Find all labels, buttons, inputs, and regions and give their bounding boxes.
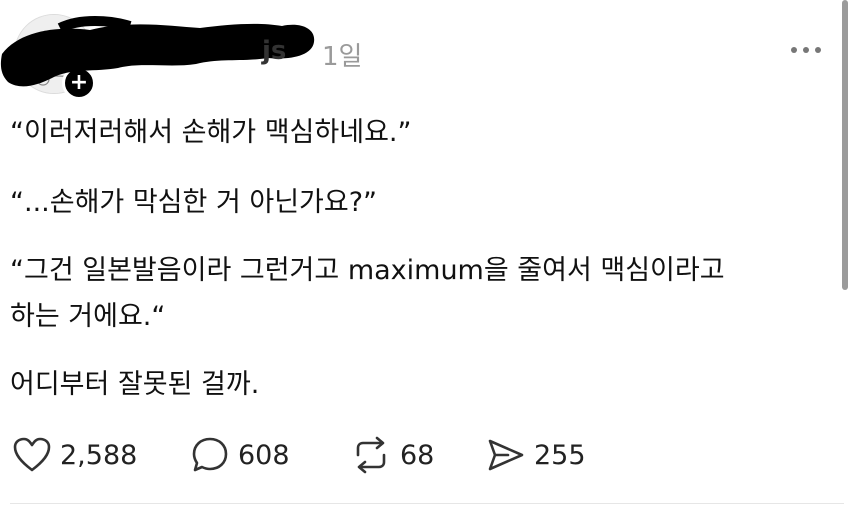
like-count: 2,588 (60, 439, 138, 471)
post-line-3: “그건 일본발음이라 그런거고 maximum을 줄여서 맥심이라고 (10, 255, 725, 286)
repost-arrows-icon (356, 436, 386, 474)
scrollbar[interactable] (842, 0, 848, 290)
username[interactable]: js (262, 36, 286, 66)
more-horizontal-icon (791, 47, 821, 53)
post-line-4: 하는 거에요.“ (10, 301, 166, 332)
like-button[interactable]: 2,588 (12, 430, 137, 480)
share-count: 255 (534, 439, 586, 471)
more-options-button[interactable] (786, 40, 826, 60)
post-header: + js 1일 (0, 0, 854, 110)
repost-count: 68 (400, 439, 435, 471)
comment-count: 608 (238, 439, 290, 471)
post-line-1: “이러저러해서 손해가 맥심하네요.” (10, 117, 412, 148)
repost-button[interactable]: 68 (350, 430, 434, 480)
post-divider (10, 503, 844, 504)
post-line-2: “...손해가 막심한 거 아닌가요?” (10, 187, 378, 218)
send-icon (488, 439, 524, 471)
post-time: 1일 (322, 42, 363, 72)
share-button[interactable]: 255 (486, 430, 586, 480)
post-line-5: 어디부터 잘못된 걸까. (10, 369, 260, 400)
speech-bubble-icon (192, 437, 228, 472)
comment-button[interactable]: 608 (190, 430, 290, 480)
post-actions: 2,588 608 68 255 (0, 430, 854, 480)
heart-icon (13, 437, 51, 472)
